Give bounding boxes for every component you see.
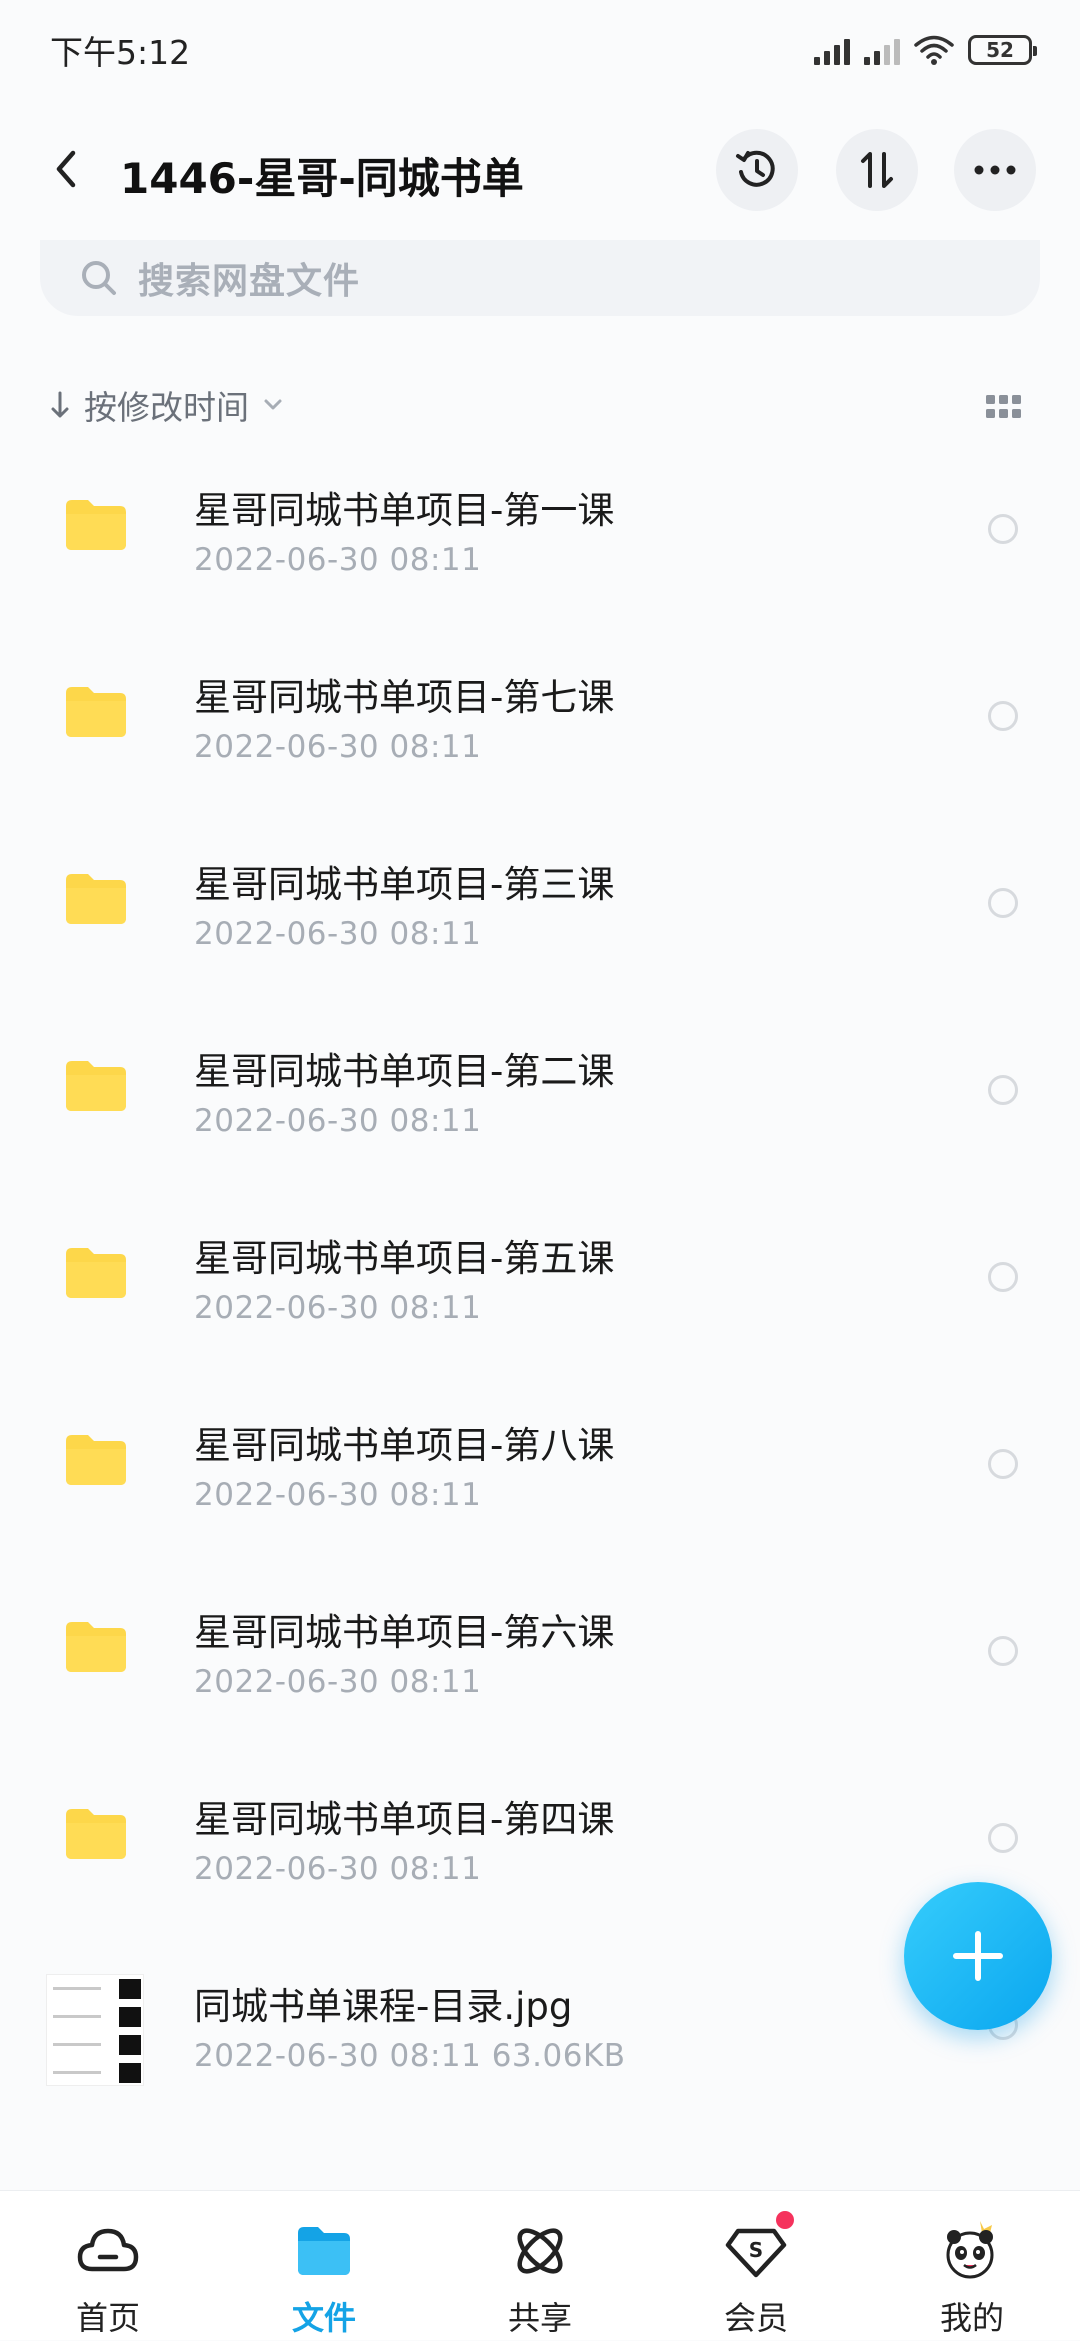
- file-name: 星哥同城书单项目-第八课: [194, 1424, 615, 1467]
- search-icon: [82, 261, 116, 295]
- status-time: 下午5:12: [50, 33, 191, 72]
- grid-view-icon: [986, 395, 1021, 418]
- add-button[interactable]: [904, 1882, 1052, 2030]
- vip-diamond-icon: S: [725, 2228, 787, 2278]
- nav-files[interactable]: 文件: [234, 2191, 414, 2341]
- file-name: 同城书单课程-目录.jpg: [194, 1985, 573, 2028]
- back-arrow-icon: [56, 150, 76, 188]
- share-atom-icon: [517, 2228, 563, 2274]
- sort-swap-button[interactable]: [836, 129, 918, 211]
- select-checkbox[interactable]: [988, 514, 1018, 544]
- cell-signal-2-icon: [864, 35, 900, 65]
- avatar: [946, 2221, 994, 2279]
- cell-signal-icon: [814, 35, 850, 65]
- header: 1446-星哥-同城书单: [0, 125, 1080, 215]
- swap-arrows-icon: [861, 152, 893, 188]
- file-name: 星哥同城书单项目-第三课: [194, 863, 615, 906]
- list-item[interactable]: 星哥同城书单项目-第二课 2022-06-30 08:11: [0, 1001, 1080, 1188]
- folder-icon: [66, 687, 126, 737]
- file-name: 星哥同城书单项目-第五课: [194, 1237, 615, 1280]
- nav-vip[interactable]: S 会员: [666, 2191, 846, 2341]
- list-item[interactable]: 星哥同城书单项目-第三课 2022-06-30 08:11: [0, 814, 1080, 1001]
- sort-label: 按修改时间: [84, 388, 249, 427]
- sort-dropdown[interactable]: 按修改时间: [50, 381, 283, 429]
- folder-icon: [66, 1809, 126, 1859]
- file-meta: 2022-06-30 08:11: [194, 1851, 482, 1887]
- list-item[interactable]: 星哥同城书单项目-第五课 2022-06-30 08:11: [0, 1188, 1080, 1375]
- wifi-icon: [914, 35, 954, 65]
- plus-icon: [953, 1931, 1003, 1981]
- file-name: 星哥同城书单项目-第二课: [194, 1050, 615, 1093]
- nav-mine[interactable]: 我的: [882, 2191, 1062, 2341]
- nav-share-label: 共享: [507, 2299, 572, 2337]
- bottom-nav: 首页 文件 共享 S 会员 我的: [0, 2190, 1080, 2340]
- more-dots-icon: [974, 165, 1016, 175]
- status-icons: 52: [814, 34, 1037, 66]
- file-meta: 2022-06-30 08:11: [194, 1103, 482, 1139]
- cloud-icon: [77, 2228, 139, 2272]
- sort-bar: 按修改时间: [0, 375, 1080, 435]
- file-name: 星哥同城书单项目-第四课: [194, 1798, 615, 1841]
- folder-icon: [66, 874, 126, 924]
- more-button[interactable]: [954, 129, 1036, 211]
- file-meta: 2022-06-30 08:11: [194, 1477, 482, 1513]
- file-name: 星哥同城书单项目-第六课: [194, 1611, 615, 1654]
- file-meta: 2022-06-30 08:11: [194, 542, 482, 578]
- file-meta: 2022-06-30 08:11: [194, 729, 482, 765]
- grid-view-button[interactable]: [986, 395, 1022, 423]
- select-checkbox[interactable]: [988, 1823, 1018, 1853]
- back-button[interactable]: [38, 141, 94, 197]
- nav-vip-label: 会员: [723, 2299, 788, 2337]
- nav-files-label: 文件: [291, 2299, 356, 2337]
- folder-icon: [66, 1248, 126, 1298]
- nav-mine-label: 我的: [939, 2299, 1004, 2337]
- select-checkbox[interactable]: [988, 888, 1018, 918]
- folder-icon: [66, 500, 126, 550]
- folder-icon: [66, 1622, 126, 1672]
- status-bar: 下午5:12 52: [0, 0, 1080, 100]
- list-item[interactable]: 星哥同城书单项目-第四课 2022-06-30 08:11: [0, 1749, 1080, 1936]
- file-name: 星哥同城书单项目-第七课: [194, 676, 615, 719]
- folder-icon: [66, 1435, 126, 1485]
- battery-indicator: 52: [968, 35, 1037, 65]
- list-item[interactable]: 星哥同城书单项目-第一课 2022-06-30 08:11: [0, 440, 1080, 627]
- nav-share[interactable]: 共享: [450, 2191, 630, 2341]
- select-checkbox[interactable]: [988, 701, 1018, 731]
- folder-nav-icon: [298, 2227, 350, 2275]
- file-list: 星哥同城书单项目-第一课 2022-06-30 08:11 星哥同城书单项目-第…: [0, 440, 1080, 2123]
- notification-dot: [776, 2211, 794, 2229]
- nav-home[interactable]: 首页: [18, 2191, 198, 2341]
- search-placeholder: 搜索网盘文件: [138, 261, 361, 302]
- image-thumbnail: [46, 1974, 144, 2086]
- file-meta: 2022-06-30 08:11: [194, 1664, 482, 1700]
- select-checkbox[interactable]: [988, 1262, 1018, 1292]
- file-meta: 2022-06-30 08:11: [194, 1290, 482, 1326]
- history-icon: [736, 150, 775, 187]
- page-title: 1446-星哥-同城书单: [120, 154, 524, 203]
- chevron-down-icon: [264, 399, 282, 410]
- select-checkbox[interactable]: [988, 1075, 1018, 1105]
- file-name: 星哥同城书单项目-第一课: [194, 489, 615, 532]
- file-meta: 2022-06-30 08:11 63.06KB: [194, 2038, 626, 2074]
- select-checkbox[interactable]: [988, 1636, 1018, 1666]
- search-input[interactable]: 搜索网盘文件: [40, 240, 1040, 316]
- sort-arrow-down-icon: [51, 391, 69, 418]
- nav-home-label: 首页: [75, 2299, 140, 2337]
- svg-text:S: S: [749, 2238, 763, 2262]
- folder-icon: [66, 1061, 126, 1111]
- list-item[interactable]: 星哥同城书单项目-第七课 2022-06-30 08:11: [0, 627, 1080, 814]
- file-meta: 2022-06-30 08:11: [194, 916, 482, 952]
- select-checkbox[interactable]: [988, 1449, 1018, 1479]
- list-item[interactable]: 星哥同城书单项目-第八课 2022-06-30 08:11: [0, 1375, 1080, 1562]
- list-item[interactable]: 星哥同城书单项目-第六课 2022-06-30 08:11: [0, 1562, 1080, 1749]
- history-button[interactable]: [716, 129, 798, 211]
